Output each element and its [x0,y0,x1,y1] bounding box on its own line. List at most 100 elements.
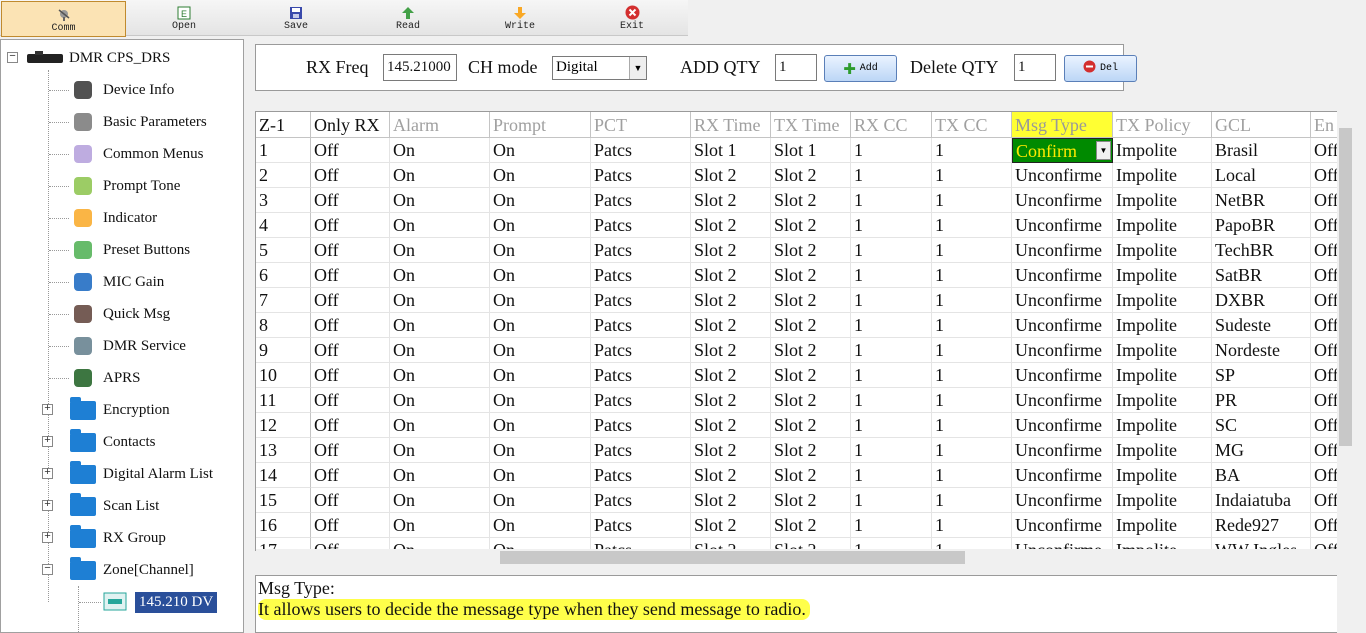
grid-cell[interactable]: Slot 2 [691,388,771,413]
grid-cell[interactable]: 1 [851,438,932,463]
grid-cell[interactable]: 1 [851,363,932,388]
grid-cell[interactable]: On [490,188,591,213]
tree-item-mic-gain[interactable]: MIC Gain [69,266,164,298]
grid-cell[interactable]: On [490,488,591,513]
grid-cell[interactable]: BA [1212,463,1311,488]
grid-cell[interactable]: On [390,388,490,413]
msg-type-select[interactable]: Confirm ▼ [1012,138,1113,163]
exit-button[interactable]: Exit [576,0,688,36]
grid-cell[interactable]: Unconfirme [1012,413,1113,438]
grid-cell[interactable]: Impolite [1113,413,1212,438]
grid-cell[interactable]: On [390,288,490,313]
grid-cell[interactable]: Impolite [1113,438,1212,463]
grid-cell[interactable]: Impolite [1113,188,1212,213]
tree-item-basic-parameters[interactable]: Basic Parameters [69,106,207,138]
grid-cell[interactable]: Slot 2 [771,338,851,363]
grid-cell[interactable]: Slot 2 [771,388,851,413]
grid-cell[interactable]: Nordeste [1212,338,1311,363]
grid-cell[interactable]: Slot 2 [771,238,851,263]
grid-cell[interactable]: Patcs [591,238,691,263]
grid-cell[interactable]: MG [1212,438,1311,463]
grid-cell[interactable]: Slot 2 [771,313,851,338]
grid-cell[interactable]: Off [1311,363,1339,388]
grid-cell[interactable]: On [490,463,591,488]
tree-folder-contacts[interactable]: Contacts [69,426,156,458]
grid-cell[interactable]: 1 [932,513,1012,538]
grid-cell[interactable]: Patcs [591,513,691,538]
grid-cell[interactable]: Slot 2 [691,488,771,513]
column-header-rx-time[interactable]: RX Time [691,112,771,138]
grid-cell[interactable]: On [490,513,591,538]
grid-cell[interactable]: Unconfirme [1012,313,1113,338]
grid-cell[interactable]: NetBR [1212,188,1311,213]
grid-cell[interactable]: Off [1311,338,1339,363]
grid-cell[interactable]: Impolite [1113,288,1212,313]
grid-cell[interactable]: PR [1212,388,1311,413]
rx-freq-input[interactable]: 145.21000 [383,54,457,81]
grid-cell[interactable]: 1 [851,163,932,188]
tree-channel-item[interactable]: 145.210 DV [101,586,218,618]
grid-cell[interactable]: Slot 2 [691,213,771,238]
column-header-tx-policy[interactable]: TX Policy [1113,112,1212,138]
grid-cell[interactable]: Off [1311,263,1339,288]
write-button[interactable]: Write [464,0,576,36]
grid-cell[interactable]: On [490,163,591,188]
grid-cell[interactable]: Impolite [1113,263,1212,288]
grid-cell[interactable]: On [490,338,591,363]
grid-cell[interactable]: On [390,438,490,463]
grid-cell[interactable]: Off [311,413,390,438]
tree-folder-zone-channel-[interactable]: Zone[Channel] [69,554,194,586]
grid-cell[interactable]: Slot 2 [691,438,771,463]
grid-cell[interactable]: Impolite [1113,338,1212,363]
grid-cell[interactable]: Patcs [591,413,691,438]
grid-cell[interactable]: Impolite [1113,388,1212,413]
grid-cell[interactable]: Patcs [591,138,691,163]
grid-cell[interactable]: On [490,238,591,263]
grid-cell[interactable]: Slot 2 [691,513,771,538]
tree-item-common-menus[interactable]: Common Menus [69,138,203,170]
grid-cell[interactable]: Unconfirme [1012,263,1113,288]
grid-cell[interactable]: 1 [932,413,1012,438]
grid-cell[interactable]: Off [1311,213,1339,238]
column-header-tx-time[interactable]: TX Time [771,112,851,138]
grid-cell[interactable]: Patcs [591,288,691,313]
grid-cell[interactable]: Impolite [1113,238,1212,263]
grid-cell[interactable]: Slot 2 [691,288,771,313]
grid-cell[interactable]: On [390,488,490,513]
grid-vertical-scroll-thumb[interactable] [1339,128,1352,446]
column-header-tx-cc[interactable]: TX CC [932,112,1012,138]
grid-cell[interactable]: 1 [932,388,1012,413]
read-button[interactable]: Read [352,0,464,36]
open-button[interactable]: E Open [128,0,240,36]
grid-cell[interactable]: 1 [851,313,932,338]
grid-cell[interactable]: SC [1212,413,1311,438]
grid-cell[interactable]: 1 [932,213,1012,238]
grid-cell[interactable]: 1 [932,338,1012,363]
grid-cell[interactable]: Off [1311,138,1339,163]
help-scrollbar[interactable] [1337,575,1354,633]
grid-cell[interactable]: Slot 1 [771,138,851,163]
save-button[interactable]: Save [240,0,352,36]
grid-cell[interactable]: Slot 2 [691,263,771,288]
grid-cell[interactable]: On [390,513,490,538]
grid-cell[interactable]: Slot 2 [691,313,771,338]
grid-cell[interactable]: Impolite [1113,138,1212,163]
ch-mode-select[interactable]: Digital ▼ [552,56,647,80]
tree-item-indicator[interactable]: Indicator [69,202,157,234]
delete-qty-input[interactable]: 1 [1014,54,1056,81]
grid-cell[interactable]: Off [1311,463,1339,488]
grid-cell[interactable]: Impolite [1113,488,1212,513]
grid-cell[interactable]: 1 [851,338,932,363]
grid-cell[interactable]: Off [311,288,390,313]
tree-folder-rx-group[interactable]: RX Group [69,522,166,554]
grid-cell[interactable]: On [390,238,490,263]
grid-cell[interactable]: On [390,188,490,213]
grid-cell[interactable]: Off [1311,488,1339,513]
column-header-prompt[interactable]: Prompt [490,112,591,138]
grid-cell[interactable]: Off [311,438,390,463]
grid-cell[interactable]: 1 [851,388,932,413]
grid-cell[interactable]: Slot 2 [691,413,771,438]
grid-cell[interactable]: On [490,288,591,313]
grid-cell[interactable]: On [490,263,591,288]
grid-horizontal-scroll-thumb[interactable] [500,551,965,564]
